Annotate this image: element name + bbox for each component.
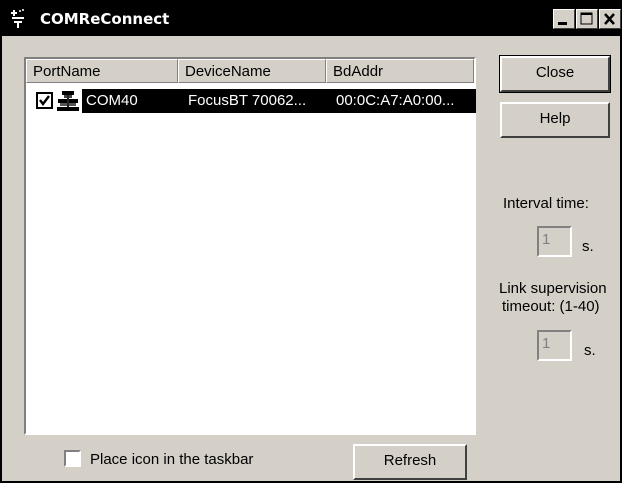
checkmark-icon (39, 95, 50, 106)
help-button[interactable]: Help (500, 102, 610, 138)
comreconnect-window: COMReConnect PortName DeviceName BdAddr (0, 0, 622, 483)
device-list[interactable]: PortName DeviceName BdAddr COM40 FocusBT… (24, 57, 476, 435)
list-item[interactable]: COM40 FocusBT 70062... 00:0C:A7:A0:00... (34, 89, 476, 113)
refresh-button[interactable]: Refresh (353, 444, 467, 480)
minimize-icon (558, 22, 567, 25)
interval-time-label: Interval time: (503, 195, 589, 212)
list-header: PortName DeviceName BdAddr (26, 59, 474, 83)
link-unit-label: s. (584, 342, 596, 359)
cell-devicename: FocusBT 70062... (188, 92, 307, 109)
bluetooth-app-icon[interactable] (8, 7, 28, 29)
close-button[interactable]: Close (499, 55, 611, 93)
interval-unit-label: s. (582, 238, 594, 255)
maximize-icon (580, 12, 593, 25)
taskbar-checkbox-label[interactable]: Place icon in the taskbar (90, 451, 253, 468)
link-timeout-range-label: timeout: (1-40) (502, 298, 600, 315)
cell-bdaddr: 00:0C:A7:A0:00... (336, 92, 455, 109)
column-header-bdaddr[interactable]: BdAddr (326, 59, 474, 83)
column-header-portname[interactable]: PortName (26, 59, 178, 83)
maximize-button[interactable] (576, 9, 598, 29)
link-timeout-field[interactable]: 1 (537, 330, 572, 361)
link-supervision-label: Link supervision (499, 280, 607, 297)
cell-portname: COM40 (86, 92, 138, 109)
close-icon (604, 13, 615, 25)
interval-time-field[interactable]: 1 (537, 226, 572, 257)
column-header-devicename[interactable]: DeviceName (178, 59, 326, 83)
serial-port-icon (56, 90, 80, 112)
taskbar-icon-checkbox[interactable] (64, 450, 81, 467)
device-checkbox[interactable] (36, 92, 53, 109)
close-window-button[interactable] (599, 9, 621, 29)
title-bar[interactable]: COMReConnect (2, 2, 621, 36)
minimize-button[interactable] (553, 9, 575, 29)
window-title: COMReConnect (40, 10, 170, 28)
